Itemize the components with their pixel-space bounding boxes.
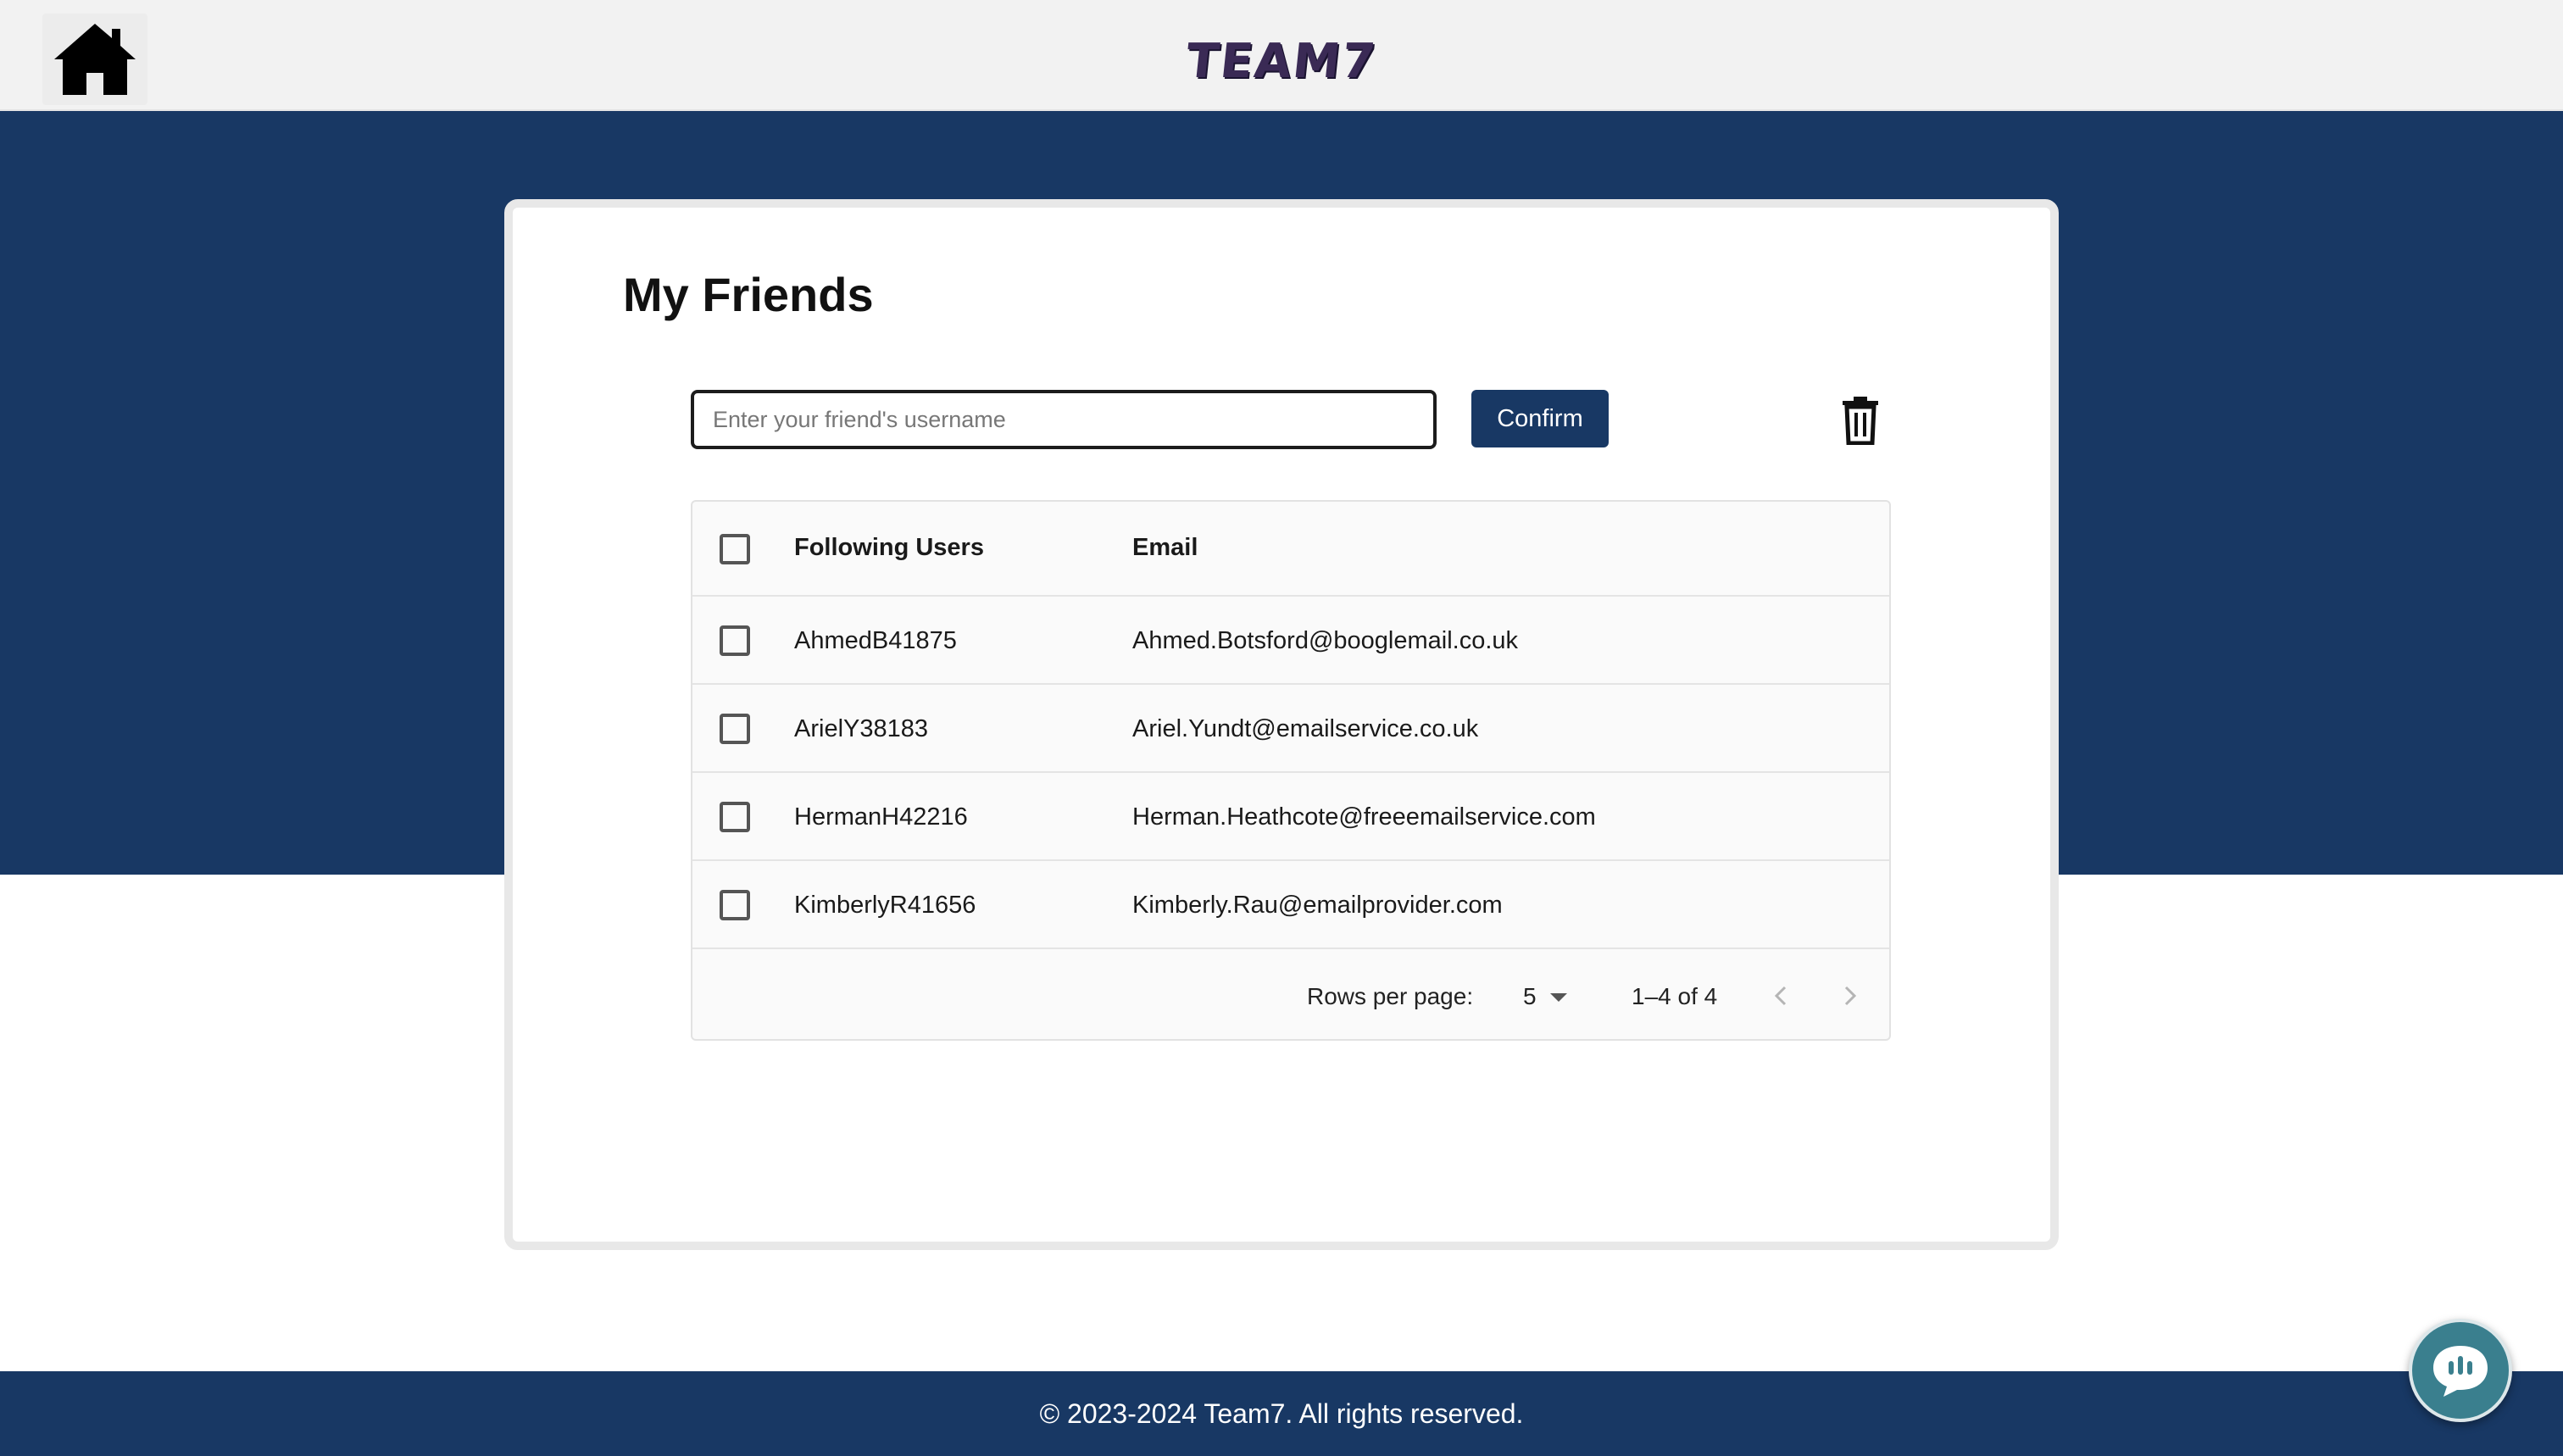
table-header-row: Following Users Email: [692, 502, 1889, 597]
friends-table: Following Users Email AhmedB41875 Ahmed.…: [691, 500, 1891, 1041]
username-cell: HermanH42216: [794, 803, 968, 831]
table-row[interactable]: HermanH42216 Herman.Heathcote@freeemails…: [692, 773, 1889, 861]
row-checkbox[interactable]: [720, 890, 750, 920]
pagination-range: 1–4 of 4: [1632, 983, 1718, 1009]
home-icon: [54, 24, 136, 95]
copyright-text: © 2023-2024 Team7. All rights reserved.: [1039, 1398, 1524, 1429]
column-header-following-users: Following Users: [794, 534, 984, 561]
friend-username-input[interactable]: [691, 390, 1437, 449]
chevron-left-icon: [1774, 986, 1787, 1006]
home-button[interactable]: [42, 14, 147, 105]
rows-per-page-value: 5: [1523, 983, 1537, 1009]
trash-icon: [1843, 397, 1878, 445]
confirm-button[interactable]: Confirm: [1471, 390, 1609, 447]
rows-per-page-select[interactable]: 5: [1515, 978, 1574, 1012]
row-checkbox[interactable]: [720, 625, 750, 656]
email-cell: Ahmed.Botsford@booglemail.co.uk: [1132, 627, 1519, 654]
page: TEAM7 My Friends Confirm Following Users…: [0, 0, 2563, 1456]
table-row[interactable]: KimberlyR41656 Kimberly.Rau@emailprovide…: [692, 861, 1889, 949]
rows-per-page-label: Rows per page:: [1307, 983, 1474, 1009]
chat-button[interactable]: [2409, 1319, 2512, 1422]
footer: © 2023-2024 Team7. All rights reserved.: [0, 1371, 2563, 1456]
friends-card: My Friends Confirm Following Users Email…: [504, 199, 2059, 1250]
email-cell: Kimberly.Rau@emailprovider.com: [1132, 892, 1503, 919]
row-checkbox[interactable]: [720, 802, 750, 832]
username-cell: KimberlyR41656: [794, 892, 976, 919]
column-header-email: Email: [1132, 534, 1198, 561]
next-page-button[interactable]: [1828, 975, 1871, 1017]
select-all-checkbox[interactable]: [720, 534, 750, 564]
email-cell: Herman.Heathcote@freeemailservice.com: [1132, 803, 1596, 831]
table-pagination: Rows per page: 5 1–4 of 4: [692, 949, 1889, 1039]
email-cell: Ariel.Yundt@emailservice.co.uk: [1132, 715, 1479, 742]
page-title: My Friends: [623, 268, 874, 321]
chevron-right-icon: [1844, 986, 1857, 1006]
caret-down-icon: [1550, 993, 1567, 1002]
previous-page-button[interactable]: [1760, 975, 1803, 1017]
table-row[interactable]: ArielY38183 Ariel.Yundt@emailservice.co.…: [692, 685, 1889, 773]
team7-logo: TEAM7: [1183, 33, 1380, 89]
table-row[interactable]: AhmedB41875 Ahmed.Botsford@booglemail.co…: [692, 597, 1889, 685]
chat-icon: [2433, 1346, 2488, 1397]
delete-button[interactable]: [1831, 391, 1890, 450]
top-bar: TEAM7: [0, 0, 2563, 111]
row-checkbox[interactable]: [720, 714, 750, 744]
username-cell: ArielY38183: [794, 715, 928, 742]
username-cell: AhmedB41875: [794, 627, 957, 654]
